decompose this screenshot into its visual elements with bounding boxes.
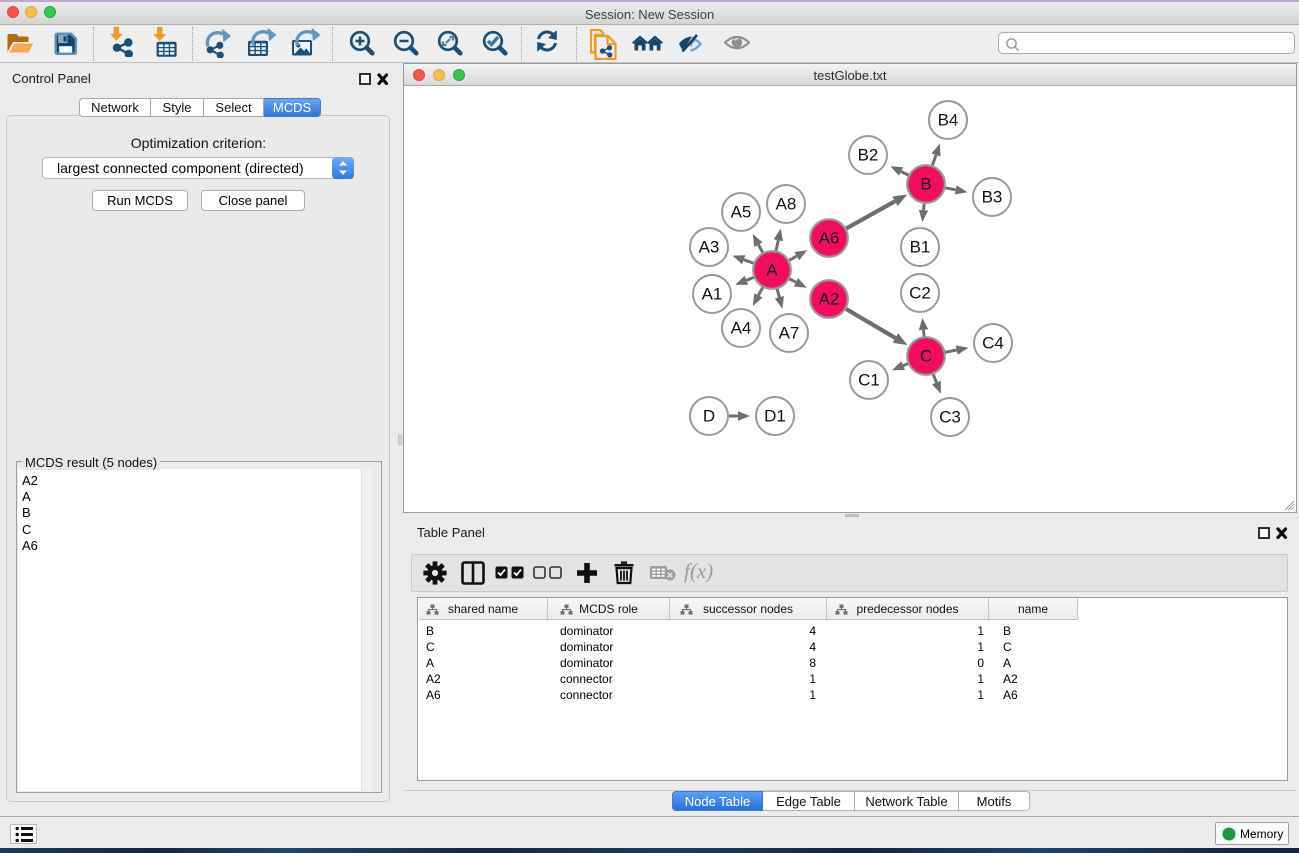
svg-text:B2: B2	[858, 146, 879, 165]
svg-text:A2: A2	[819, 290, 840, 309]
svg-text:A4: A4	[731, 319, 752, 338]
svg-text:C: C	[920, 347, 932, 366]
svg-text:B: B	[920, 175, 931, 194]
svg-text:C1: C1	[858, 371, 880, 390]
svg-text:C2: C2	[909, 284, 931, 303]
svg-text:B3: B3	[982, 188, 1003, 207]
svg-text:B1: B1	[910, 238, 931, 257]
svg-text:B4: B4	[938, 111, 959, 130]
svg-text:A7: A7	[779, 324, 800, 343]
svg-text:C3: C3	[939, 408, 961, 427]
svg-text:A1: A1	[702, 285, 723, 304]
svg-text:A3: A3	[699, 238, 720, 257]
svg-text:D1: D1	[764, 407, 786, 426]
svg-text:A5: A5	[731, 203, 752, 222]
svg-text:A6: A6	[819, 229, 840, 248]
svg-text:A8: A8	[776, 195, 797, 214]
svg-text:D: D	[703, 407, 715, 426]
svg-text:C4: C4	[982, 334, 1004, 353]
svg-text:A: A	[766, 261, 778, 280]
